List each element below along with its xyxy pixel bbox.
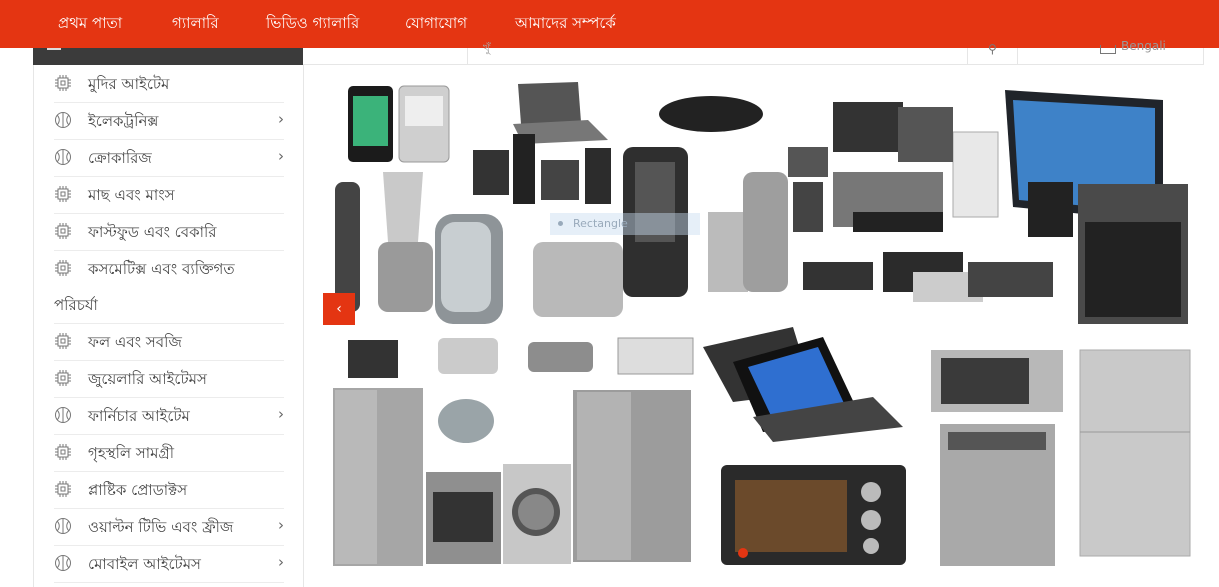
search-input[interactable]: খুঁ <box>483 40 490 59</box>
nav-about[interactable]: আমাদের সম্পর্কে <box>515 0 616 48</box>
search-bar: খুঁ ⚲ Bengali <box>303 39 1204 65</box>
sidebar-item-label: ওয়াল্টন টিভি এবং ফ্রীজ <box>88 518 234 536</box>
sidebar-item[interactable]: ফার্নিচার আইটেম › <box>54 397 284 435</box>
chevron-right-icon[interactable]: › <box>278 553 284 571</box>
ball-icon <box>54 111 72 129</box>
sidebar-item[interactable]: প্লাষ্টিক প্রোডাক্টস <box>54 471 284 509</box>
sidebar-item-label: ইলেকট্রনিক্স <box>88 112 159 130</box>
nav-video-gallery[interactable]: ভিডিও গ্যালারি <box>266 0 359 48</box>
sidebar-item-label: মুদির আইটেম <box>88 75 170 93</box>
sidebar-item-label-continued: পরিচর্যা <box>54 296 98 314</box>
ball-icon <box>54 554 72 572</box>
overlay-dot-icon <box>558 221 563 226</box>
overlay-text: Rectangle <box>573 217 628 230</box>
chip-icon <box>54 74 72 92</box>
slider-image <box>333 82 1191 566</box>
sidebar-item-label: জুয়েলারি আইটেমস <box>88 370 207 388</box>
chevron-right-icon[interactable]: › <box>278 147 284 165</box>
sidebar-item[interactable]: কসমেটিক্স এবং ব্যক্তিগত পরিচর্যা <box>54 250 284 324</box>
top-navigation: প্রথম পাতা গ্যালারি ভিডিও গ্যালারি যোগায… <box>0 0 1219 48</box>
chip-icon <box>54 259 72 277</box>
sidebar-item[interactable]: গৃহস্থলি সামগ্রী <box>54 434 284 472</box>
search-divider <box>1017 48 1018 64</box>
chevron-right-icon[interactable]: › <box>278 110 284 128</box>
chip-icon <box>54 369 72 387</box>
sidebar-item-label: গৃহস্থলি সামগ্রী <box>88 444 174 462</box>
slider-prev-button[interactable]: ‹ <box>323 293 355 325</box>
category-sidebar: মুদির আইটেম ইলেকট্রনিক্স › ক্রোকারিজ › মাছ এব… <box>33 65 304 587</box>
sidebar-item[interactable]: মোবাইল আইটেমস › <box>54 545 284 583</box>
sidebar-item[interactable]: ইলেকট্রনিক্স › <box>54 102 284 140</box>
nav-gallery[interactable]: গ্যালারি <box>172 0 219 48</box>
chip-icon <box>54 222 72 240</box>
search-divider <box>467 48 468 64</box>
ball-icon <box>54 148 72 166</box>
sidebar-item[interactable]: ফাস্টফুড এবং বেকারি <box>54 213 284 251</box>
menu-icon[interactable] <box>47 48 61 50</box>
sidebar-item[interactable]: ওয়াল্টন টিভি এবং ফ্রীজ › <box>54 508 284 546</box>
sidebar-item-label: ক্রোকারিজ <box>88 149 152 167</box>
sidebar-item-label: ফাস্টফুড এবং বেকারি <box>88 223 217 241</box>
sidebar-item-label: মোবাইল আইটেমস <box>88 555 201 573</box>
sidebar-item-label: ফার্নিচার আইটেম <box>88 407 190 425</box>
ball-icon <box>54 517 72 535</box>
chevron-left-icon: ‹ <box>336 301 342 317</box>
search-divider <box>967 48 968 64</box>
chip-icon <box>54 185 72 203</box>
chevron-right-icon[interactable]: › <box>278 405 284 423</box>
language-selector[interactable]: Bengali <box>1121 39 1166 53</box>
sidebar-item[interactable]: মাছ এবং মাংস <box>54 176 284 214</box>
sidebar-item[interactable]: ফল এবং সবজি <box>54 323 284 361</box>
slider-dot-1[interactable] <box>738 548 748 558</box>
sidebar-item-label: কসমেটিক্স এবং ব্যক্তিগত <box>88 260 235 278</box>
search-icon[interactable]: ⚲ <box>988 42 997 56</box>
sidebar-item[interactable]: ক্রোকারিজ › <box>54 139 284 177</box>
chevron-right-icon[interactable]: › <box>278 516 284 534</box>
category-menu-header[interactable] <box>33 48 303 65</box>
nav-home[interactable]: প্রথম পাতা <box>58 0 122 48</box>
hero-slider <box>323 72 1199 570</box>
sidebar-item[interactable]: মুদির আইটেম <box>54 65 284 103</box>
chip-icon <box>54 480 72 498</box>
ball-icon <box>54 406 72 424</box>
sidebar-item[interactable]: জুয়েলারি আইটেমস <box>54 360 284 398</box>
image-overlay-label: Rectangle <box>550 213 700 235</box>
chip-icon <box>54 332 72 350</box>
sidebar-item-label: প্লাষ্টিক প্রোডাক্টস <box>88 481 188 499</box>
sidebar-item-label: ফল এবং সবজি <box>88 333 182 351</box>
chip-icon <box>54 443 72 461</box>
flag-icon <box>1100 45 1116 54</box>
sidebar-item-label: মাছ এবং মাংস <box>88 186 175 204</box>
nav-contact[interactable]: যোগাযোগ <box>405 0 467 48</box>
